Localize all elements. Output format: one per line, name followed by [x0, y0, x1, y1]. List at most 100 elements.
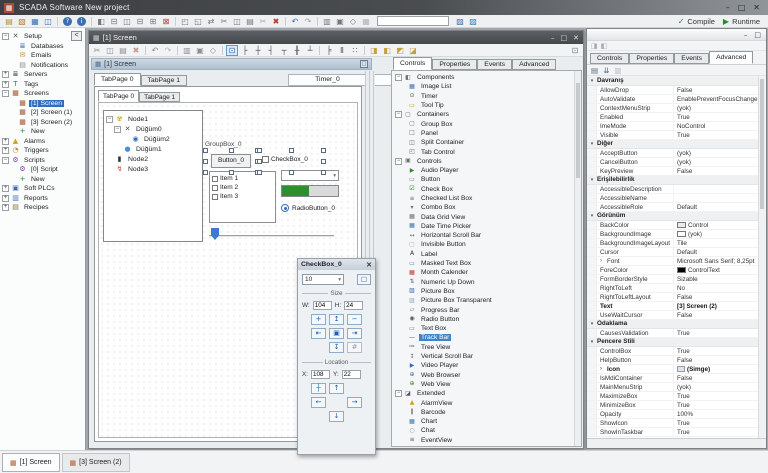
property-value[interactable]: True — [673, 401, 759, 409]
expander-icon[interactable]: − — [395, 111, 402, 118]
property-row-righttoleft[interactable]: RightToLeftNo — [587, 284, 759, 293]
property-row-imemode[interactable]: ImeModeNoControl — [587, 122, 759, 131]
toolbox-tab-events[interactable]: Events — [477, 59, 512, 70]
tree-item-tags[interactable]: +TTags — [0, 80, 85, 90]
toolbox-item-radio-button[interactable]: ◉Radio Button — [395, 315, 581, 324]
expander-icon[interactable]: − — [2, 33, 9, 40]
form-document-title-bar[interactable]: ▦ [1] Screen □ — [91, 58, 372, 70]
property-value[interactable] — [673, 185, 759, 193]
undo-icon[interactable]: ↶ — [289, 16, 301, 27]
grid-step-select[interactable]: 10 ▾ — [302, 274, 344, 285]
properties-tab-advanced[interactable]: Advanced — [709, 51, 753, 64]
cut-icon[interactable]: ✂ — [218, 16, 230, 27]
expander-icon[interactable]: + — [2, 81, 9, 88]
import-icon[interactable]: ▧ — [16, 16, 28, 27]
layout-columns-icon[interactable]: ◫ — [121, 16, 133, 27]
property-value[interactable]: Tile — [673, 239, 759, 247]
window-cascade-icon[interactable]: ◱ — [192, 16, 204, 27]
toolbox-item-check-box[interactable]: ☑Check Box — [395, 185, 581, 194]
toolbox-item-masked-text-box[interactable]: ▭Masked Text Box — [395, 259, 581, 268]
toolbox-item-web-browser[interactable]: ⊕Web Browser — [395, 371, 581, 380]
toolbox-item-image-list[interactable]: ▦Image List — [395, 82, 581, 91]
collapse-caret-icon[interactable]: ▾ — [587, 140, 597, 148]
property-value[interactable]: (yok) — [673, 158, 759, 166]
toolbox-group-extended[interactable]: −◪Extended — [395, 389, 581, 398]
palette-title-bar[interactable]: CheckBox_0 ✕ — [298, 259, 375, 270]
property-row-keypreview[interactable]: KeyPreviewFalse — [587, 167, 759, 176]
trackbar-control[interactable] — [209, 227, 334, 243]
toolbox-item-audio-player[interactable]: ▶Audio Player — [395, 166, 581, 175]
property-value[interactable]: True — [673, 419, 759, 427]
toolbox-item-video-player[interactable]: ▶Video Player — [395, 361, 581, 370]
property-row-mainmenustrip[interactable]: MainMenuStrip(yok) — [587, 383, 759, 392]
toolbox-scroll-thumb[interactable] — [576, 83, 580, 178]
property-scroll-thumb[interactable] — [760, 79, 764, 209]
toolbox-item-month-calender[interactable]: ▦Month Calender — [395, 268, 581, 277]
property-value[interactable]: Default — [673, 248, 759, 256]
layout-rows-icon[interactable]: ⊟ — [134, 16, 146, 27]
toolbox-tab-properties[interactable]: Properties — [432, 59, 477, 70]
property-row-forecolor[interactable]: ForeColorControlText — [587, 266, 759, 275]
property-row-formborderstyle[interactable]: FormBorderStyleSizable — [587, 275, 759, 284]
collapse-caret-icon[interactable]: ▾ — [587, 338, 597, 346]
property-row-acceptbutton[interactable]: AcceptButton(yok) — [587, 149, 759, 158]
disconnect-icon[interactable]: ⇄ — [205, 16, 217, 27]
toolbox-item-numeric-up-down[interactable]: ⇅Numeric Up Down — [395, 278, 581, 287]
property-row-showicon[interactable]: ShowIconTrue — [587, 419, 759, 428]
delete-icon[interactable]: ✖ — [130, 45, 142, 56]
property-value[interactable] — [673, 194, 759, 202]
expander-icon[interactable]: + — [2, 204, 9, 211]
property-value[interactable]: False — [673, 374, 759, 382]
taskbar-tab-3-screen-2[interactable]: ▦[3] Screen (2) — [62, 453, 130, 472]
layer-1-icon[interactable]: ◨ — [591, 42, 598, 50]
collapse-caret-icon[interactable]: ▾ — [587, 320, 597, 328]
toolbox-item-chat[interactable]: ○Chat — [395, 426, 581, 435]
property-row-accessiblerole[interactable]: AccessibleRoleDefault — [587, 203, 759, 212]
toolbox-item-invisible-button[interactable]: ▢Invisible Button — [395, 240, 581, 249]
property-value[interactable]: (yok) — [673, 149, 759, 157]
property-value[interactable]: (Simge) — [673, 365, 759, 373]
expander-icon[interactable]: + — [2, 147, 9, 154]
layout-left-icon[interactable]: ◧ — [95, 16, 107, 27]
layer-forward-icon[interactable]: ◧ — [381, 45, 393, 56]
expander-icon[interactable]: + — [2, 195, 9, 202]
groupbox-control-label[interactable]: GroupBox_0 — [205, 141, 242, 148]
tree-item-databases[interactable]: ≣Databases — [0, 42, 85, 52]
property-value[interactable]: Default — [673, 203, 759, 211]
redo-icon[interactable]: ↷ — [162, 45, 174, 56]
list-item-item-1[interactable]: Item 1 — [212, 174, 275, 183]
trim-icon[interactable]: ✂ — [257, 16, 269, 27]
property-row-ismdicontainer[interactable]: IsMdiContainerFalse — [587, 374, 759, 383]
taskbar-tab-1-screen[interactable]: ▦[1] Screen — [2, 453, 60, 472]
alphabetical-icon[interactable]: ⇊ — [603, 66, 609, 75]
toolbox-item-web-view[interactable]: ⊕Web View — [395, 380, 581, 389]
property-row-usewaitcursor[interactable]: UseWaitCursorFalse — [587, 311, 759, 320]
size-fit-button[interactable]: ▣ — [329, 328, 344, 339]
selection-handle[interactable] — [203, 170, 208, 175]
tree-item-soft-plcs[interactable]: +▣Soft PLCs — [0, 184, 85, 194]
toolbox-item-text-box[interactable]: ▭Text Box — [395, 324, 581, 333]
property-row-enabled[interactable]: EnabledTrue — [587, 113, 759, 122]
collapse-caret-icon[interactable]: ▾ — [587, 176, 597, 184]
property-value[interactable]: (yok) — [673, 383, 759, 391]
tree-item-new[interactable]: +New — [0, 127, 85, 137]
y-field[interactable] — [342, 370, 361, 379]
outer-tab-tabpage-1[interactable]: TabPage 1 — [141, 75, 188, 86]
property-value[interactable]: [3] Screen (2) — [673, 302, 759, 310]
tree-item-screens[interactable]: −▦Screens — [0, 89, 85, 99]
property-row-icon[interactable]: ›Icon(Simge) — [587, 365, 759, 374]
property-value[interactable]: (yok) — [673, 104, 759, 112]
property-row-allowdrop[interactable]: AllowDropFalse — [587, 86, 759, 95]
expander-icon[interactable]: − — [2, 90, 9, 97]
float-window-icon[interactable]: ⊡ — [569, 45, 581, 56]
toolbox-item-chart[interactable]: ▦Chart — [395, 417, 581, 426]
height-min-button[interactable]: ↧ — [329, 342, 344, 353]
trackbar-thumb[interactable] — [211, 228, 219, 240]
selection-handle[interactable] — [257, 148, 262, 153]
toolbox-item-gauge[interactable]: ◯Gauge — [395, 445, 581, 447]
property-value[interactable]: True — [673, 329, 759, 337]
compile-button[interactable]: Compile — [687, 17, 715, 26]
expander-icon[interactable]: − — [395, 390, 402, 397]
expander-icon[interactable]: − — [395, 74, 402, 81]
width-max-button[interactable]: ⇥ — [347, 328, 362, 339]
